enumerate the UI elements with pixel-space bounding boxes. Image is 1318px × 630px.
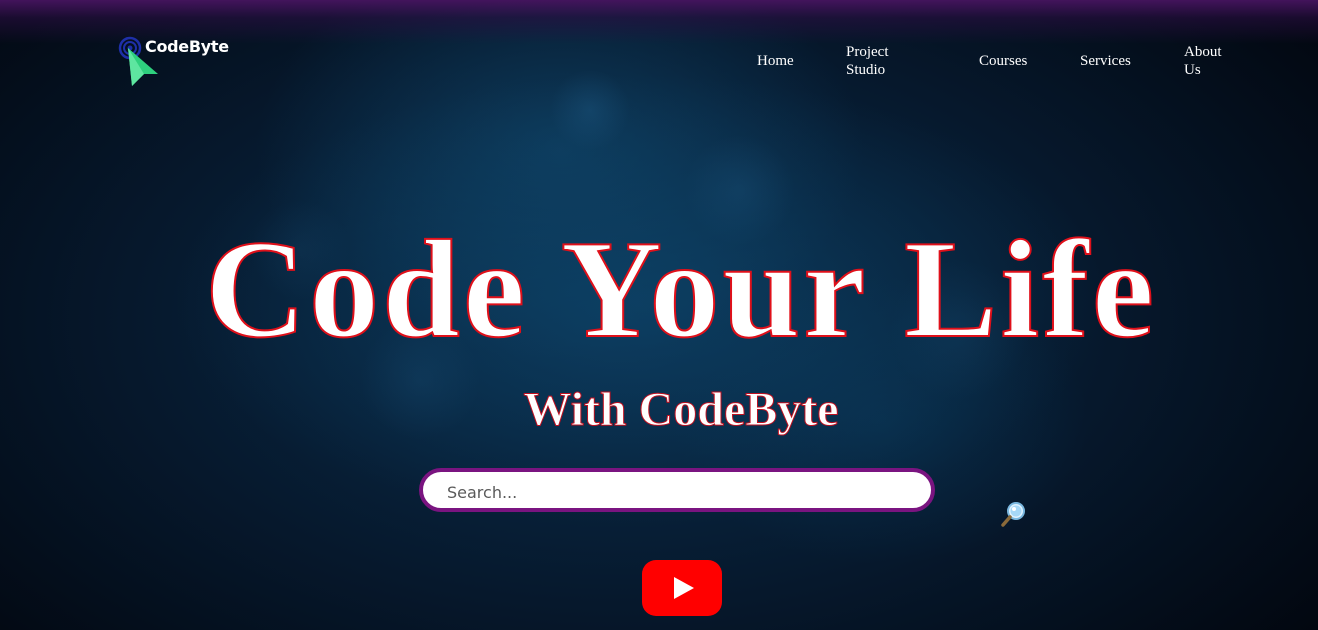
hero-title: Code Your Life <box>204 212 1157 367</box>
nav-about-us[interactable]: About Us <box>1184 43 1234 79</box>
nav-project-studio[interactable]: Project Studio <box>846 43 916 79</box>
search-box <box>419 468 935 512</box>
magnifier-icon[interactable] <box>1000 500 1028 528</box>
hero-subtitle: With CodeByte <box>523 383 839 436</box>
page: CodeByte Home Project Studio Courses Ser… <box>0 0 1318 630</box>
nav-home[interactable]: Home <box>757 52 794 70</box>
nav-services[interactable]: Services <box>1080 52 1131 70</box>
codebyte-logo[interactable]: CodeByte <box>118 34 248 88</box>
nav-courses[interactable]: Courses <box>979 52 1027 70</box>
logo-text: CodeByte <box>145 37 229 56</box>
search-input[interactable] <box>447 479 907 505</box>
youtube-play-icon[interactable] <box>642 560 722 616</box>
main-nav: Home Project Studio Courses Services Abo… <box>740 44 1260 84</box>
